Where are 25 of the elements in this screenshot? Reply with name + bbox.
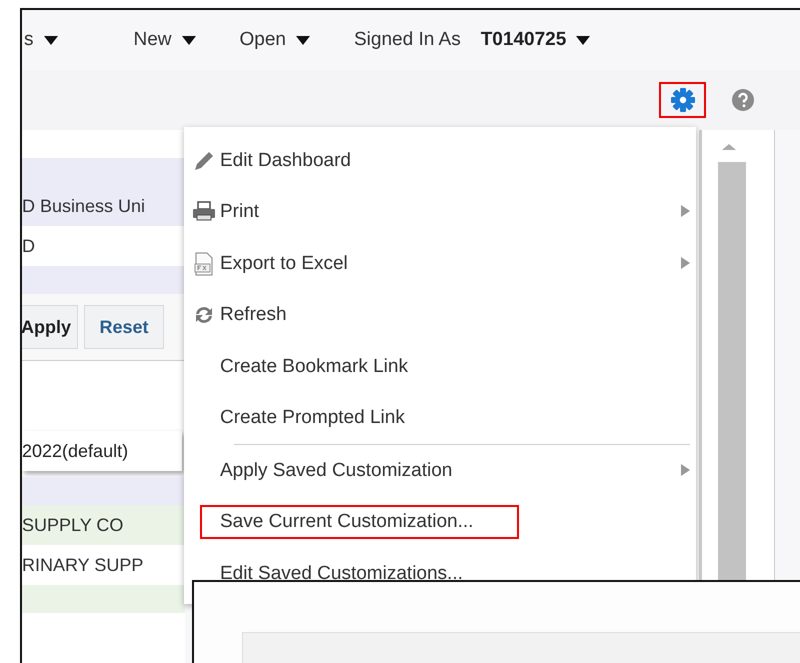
menu-item[interactable]: Create Prompted Link [200, 401, 421, 436]
menu-item[interactable]: Apply Saved Customization [200, 454, 468, 488]
menu-button[interactable]: New [134, 29, 196, 51]
reset-button[interactable]: Reset [84, 305, 164, 349]
signed-in-label: Signed In As [354, 29, 461, 51]
menu-item[interactable]: Refresh [200, 298, 303, 332]
menu-button[interactable]: Open [240, 29, 310, 51]
scroll-up-icon[interactable] [722, 144, 736, 150]
menu-item[interactable]: Print [200, 195, 276, 230]
row-text: D Business Uni [22, 186, 185, 226]
caret-icon [44, 36, 58, 44]
dropdown-field[interactable]: 2022(default) [22, 431, 182, 471]
settings-icon [670, 88, 694, 112]
caret-icon [182, 36, 196, 44]
menu-item[interactable]: Create Bookmark Link [200, 350, 424, 384]
user-menu[interactable]: T0140725 [480, 29, 590, 51]
row-text: SUPPLY CO [22, 505, 185, 545]
caret-icon [576, 36, 590, 44]
caret-icon [296, 36, 310, 44]
menu-button[interactable]: s [24, 29, 58, 51]
menu-item[interactable]: Edit Dashboard [200, 144, 367, 178]
menu-item[interactable]: Export to Excel [200, 246, 364, 281]
help-icon[interactable] [732, 89, 754, 111]
settings-button[interactable] [659, 82, 706, 118]
menu-item[interactable]: Save Current Customization... [200, 505, 520, 540]
